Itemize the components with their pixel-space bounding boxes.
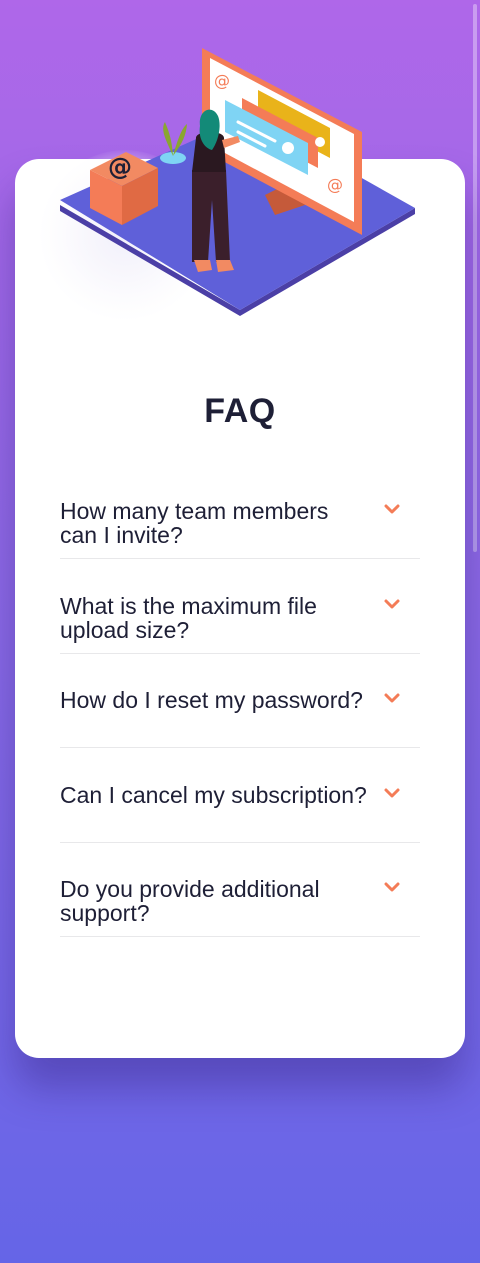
faq-item[interactable]: How many team members can I invite? <box>60 499 420 559</box>
faq-item[interactable]: Can I cancel my subscription? <box>60 783 420 843</box>
message-dot <box>282 142 294 154</box>
woman-at-computer-illustration: @ @ @ <box>60 48 415 316</box>
chevron-down-icon[interactable] <box>383 881 401 893</box>
at-sign-icon: @ <box>214 71 230 90</box>
chevron-down-icon[interactable] <box>383 503 401 515</box>
chevron-down-icon[interactable] <box>383 598 401 610</box>
faq-question: What is the maximum file upload size? <box>60 593 317 643</box>
faq-question: How many team members can I invite? <box>60 498 329 548</box>
plant-pot <box>160 152 186 164</box>
faq-item[interactable]: What is the maximum file upload size? <box>60 594 420 654</box>
chevron-down-icon[interactable] <box>383 692 401 704</box>
at-sign-icon: @ <box>108 153 132 181</box>
message-dot <box>315 137 325 147</box>
faq-question: Do you provide additional support? <box>60 876 320 926</box>
page-title: FAQ <box>204 392 276 430</box>
faq-item[interactable]: How do I reset my password? <box>60 688 420 748</box>
faq-question: How do I reset my password? <box>60 687 363 713</box>
scrollbar[interactable] <box>473 4 477 552</box>
faq-item[interactable]: Do you provide additional support? <box>60 877 420 937</box>
at-sign-icon: @ <box>327 175 343 194</box>
faq-question: Can I cancel my subscription? <box>60 782 367 808</box>
chevron-down-icon[interactable] <box>383 787 401 799</box>
